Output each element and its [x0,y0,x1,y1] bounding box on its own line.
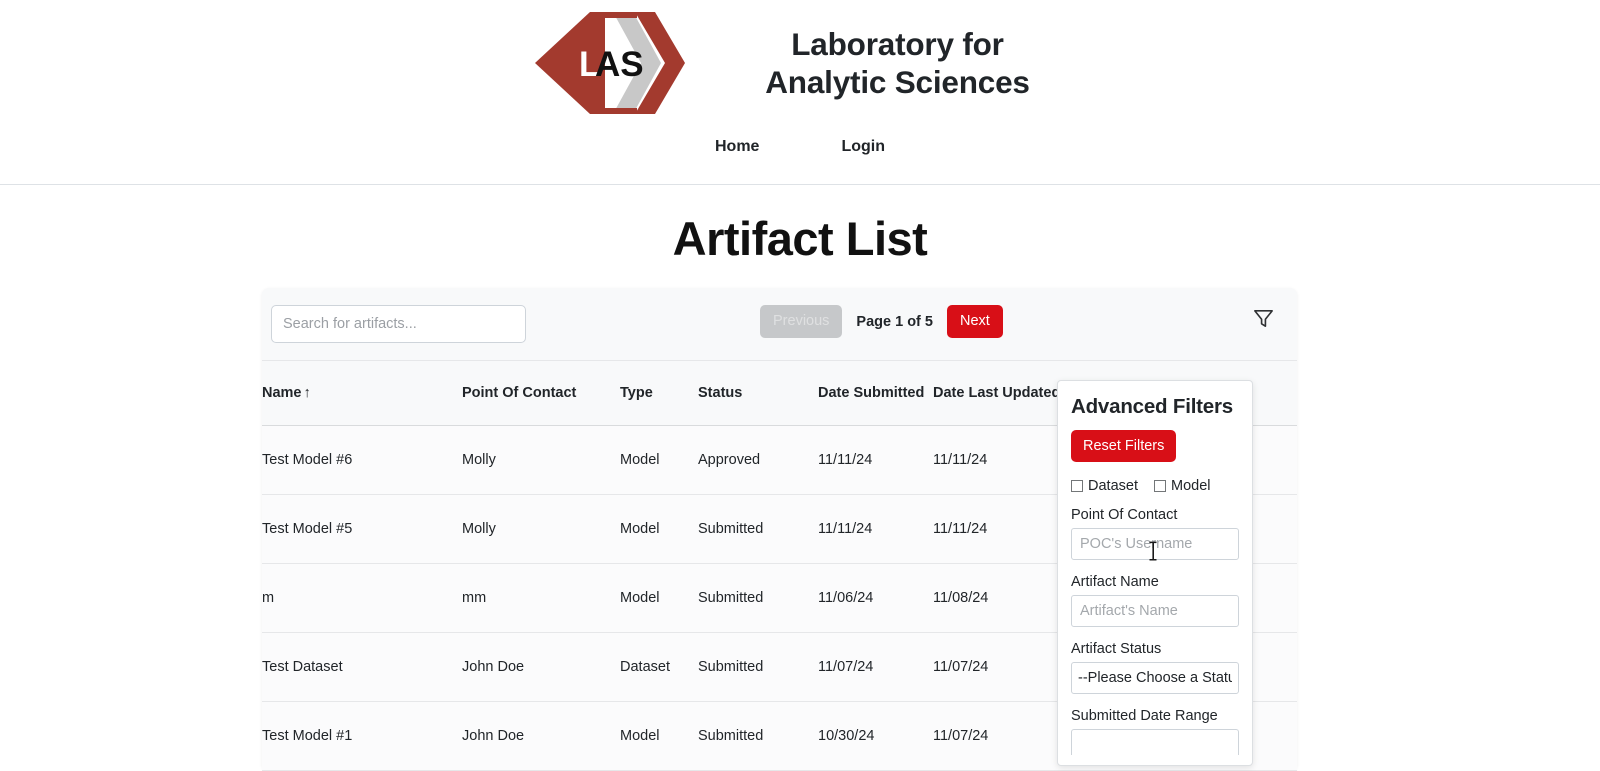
previous-page-button[interactable]: Previous [760,305,843,339]
cell-type: Dataset [620,632,698,702]
search-input[interactable] [271,305,526,343]
nav-link-login[interactable]: Login [841,138,885,156]
cell-name: Test Model #1 [262,701,462,771]
cell-status: Submitted [698,701,818,771]
next-page-button[interactable]: Next [946,305,1003,339]
cell-type: Model [620,563,698,633]
column-header-type[interactable]: Type [620,360,698,426]
checkbox-box-icon[interactable] [1071,480,1083,492]
page-indicator: Page 1 of 5 [856,313,933,330]
main-navigation: Home Login [0,138,1600,156]
cell-name: Test Dataset [262,632,462,702]
advanced-filters-title: Advanced Filters [1071,395,1233,418]
table-toolbar: Previous Page 1 of 5 Next [262,288,1297,360]
column-header-date-last-updated[interactable]: Date Last Updated [933,360,1073,426]
type-checkbox-row: Dataset Model [1071,478,1239,494]
nav-link-home[interactable]: Home [715,138,759,156]
cell-status: Submitted [698,563,818,633]
cell-date-submitted: 11/06/24 [818,563,933,633]
cell-poc: Molly [462,494,620,564]
checkbox-box-icon[interactable] [1153,480,1166,492]
advanced-filters-panel: Advanced Filters Reset Filters Dataset M… [1057,380,1253,766]
cell-type: Model [620,494,698,564]
cell-name: Test Model #6 [262,425,462,495]
label-submitted-date-range: Submitted Date Range [1071,708,1218,724]
cell-poc: mm [462,563,620,633]
brand-row: L AS Laboratory for Analytic Sciences [0,0,1600,118]
cell-date-updated: 11/07/24 [933,701,1073,771]
label-point-of-contact: Point Of Contact [1071,507,1178,523]
column-label-name: Name [262,385,302,401]
cell-date-updated: 11/11/24 [933,494,1073,564]
svg-text:AS: AS [595,45,644,84]
cell-status: Submitted [698,494,818,564]
column-header-name[interactable]: Name ↑ [262,360,462,426]
cell-date-submitted: 11/07/24 [818,632,933,702]
submitted-date-range-input[interactable] [1071,729,1239,755]
page-title: Artifact List [672,212,928,265]
checkbox-label-model: Model [1170,478,1211,494]
cell-date-updated: 11/07/24 [933,632,1073,702]
checkbox-dataset[interactable]: Dataset [1071,478,1138,494]
cell-status: Submitted [698,632,818,702]
column-header-status[interactable]: Status [698,360,818,426]
artifact-name-input[interactable] [1071,595,1239,627]
funnel-filter-icon[interactable] [1249,304,1277,332]
cell-name: m [262,563,462,633]
cell-date-updated: 11/08/24 [933,563,1073,633]
cell-poc: John Doe [462,632,620,702]
brand-title: Laboratory for Analytic Sciences [765,25,1030,100]
artifact-list-card: Previous Page 1 of 5 Next Name↑ Point Of… [262,288,1297,771]
cell-name: Test Model #5 [262,494,462,564]
las-diamond-chevron-logo: L AS [533,8,688,118]
poc-username-input[interactable] [1071,528,1239,560]
label-artifact-status: Artifact Status [1071,641,1162,657]
cell-poc: Molly [462,425,620,495]
artifact-status-select[interactable]: --Please Choose a Status-- [1071,662,1239,694]
site-header: L AS Laboratory for Analytic Sciences Ho… [0,0,1600,185]
cell-status: Approved [698,425,818,495]
cell-date-updated: 11/11/24 [933,425,1073,495]
cell-type: Model [620,425,698,495]
label-artifact-name: Artifact Name [1071,574,1159,590]
pagination-controls: Previous Page 1 of 5 Next [760,305,1003,339]
column-header-point-of-contact[interactable]: Point Of Contact [462,360,620,426]
cell-poc: John Doe [462,701,620,771]
column-header-date-submitted[interactable]: Date Submitted [818,360,933,426]
cell-date-submitted: 11/11/24 [818,494,933,564]
reset-filters-button[interactable]: Reset Filters [1071,430,1177,462]
cell-type: Model [620,701,698,771]
cell-date-submitted: 10/30/24 [818,701,933,771]
checkbox-label-dataset: Dataset [1088,478,1138,494]
checkbox-model[interactable]: Model [1153,478,1211,494]
cell-date-submitted: 11/11/24 [818,425,933,495]
sort-arrow-icon: ↑ [303,385,311,401]
